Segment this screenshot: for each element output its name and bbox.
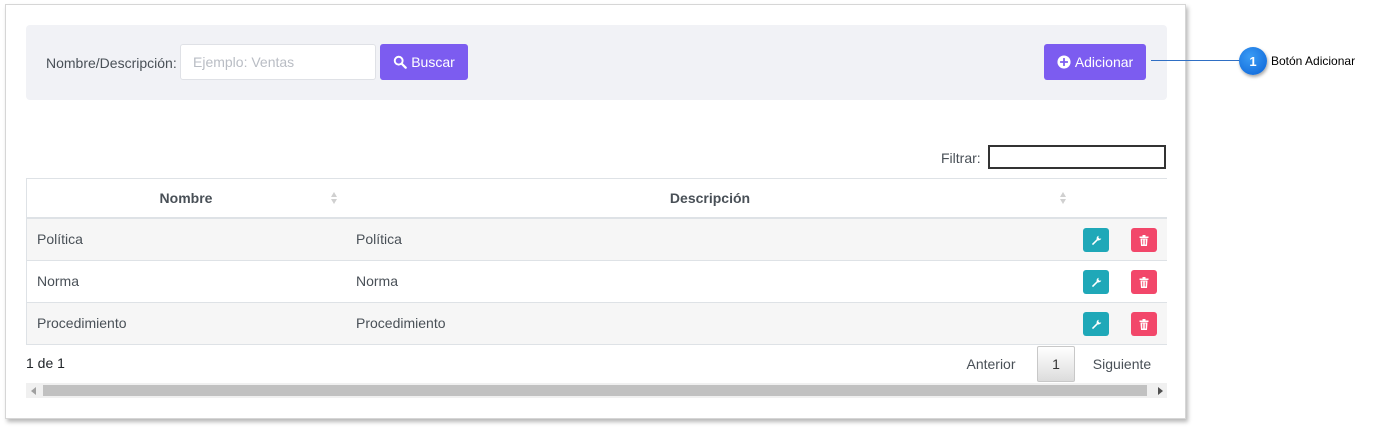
- horizontal-scrollbar[interactable]: [26, 383, 1167, 398]
- wrench-icon: [1091, 319, 1101, 329]
- trash-icon: [1139, 276, 1149, 288]
- search-label: Nombre/Descripción:: [46, 55, 177, 71]
- wrench-icon: [1091, 277, 1101, 287]
- callout-badge: 1: [1239, 47, 1267, 75]
- cell-description: Norma: [356, 273, 399, 289]
- edit-button[interactable]: [1083, 312, 1109, 336]
- scroll-right-arrow-icon[interactable]: [1152, 383, 1167, 398]
- search-button[interactable]: Buscar: [380, 44, 468, 80]
- edit-button[interactable]: [1083, 228, 1109, 252]
- column-header-description[interactable]: Descripción: [345, 179, 1075, 217]
- cell-name: Procedimiento: [37, 315, 127, 331]
- data-table: Nombre Descripción Política Política Nor…: [26, 178, 1167, 345]
- search-input[interactable]: [180, 44, 376, 80]
- cell-description: Procedimiento: [356, 315, 446, 331]
- main-card: Nombre/Descripción: Buscar Adicionar Fil…: [5, 4, 1186, 419]
- cell-name: Norma: [37, 273, 80, 289]
- filter-label: Filtrar:: [941, 150, 981, 166]
- search-button-label: Buscar: [411, 54, 455, 70]
- plus-circle-icon: [1057, 55, 1071, 69]
- add-button-label: Adicionar: [1074, 54, 1134, 70]
- add-button[interactable]: Adicionar: [1044, 44, 1146, 80]
- next-page-button[interactable]: Siguiente: [1087, 346, 1157, 382]
- search-panel: Nombre/Descripción: Buscar Adicionar: [26, 25, 1167, 100]
- table-row: Procedimiento Procedimiento: [26, 303, 1167, 345]
- scroll-left-arrow-icon[interactable]: [26, 383, 41, 398]
- cell-name: Política: [37, 231, 83, 247]
- edit-button[interactable]: [1083, 270, 1109, 294]
- table-row: Norma Norma: [26, 261, 1167, 303]
- previous-page-button[interactable]: Anterior: [961, 346, 1021, 382]
- table-row: Política Política: [26, 219, 1167, 261]
- delete-button[interactable]: [1131, 312, 1157, 336]
- page-info: 1 de 1: [26, 355, 65, 371]
- delete-button[interactable]: [1131, 270, 1157, 294]
- wrench-icon: [1091, 235, 1101, 245]
- sort-icon[interactable]: [330, 191, 338, 205]
- trash-icon: [1139, 234, 1149, 246]
- search-icon: [393, 55, 408, 69]
- delete-button[interactable]: [1131, 228, 1157, 252]
- callout-label: Botón Adicionar: [1271, 54, 1356, 68]
- scrollbar-thumb[interactable]: [43, 385, 1147, 396]
- page-1-button[interactable]: 1: [1037, 346, 1075, 382]
- cell-description: Política: [356, 231, 402, 247]
- sort-icon[interactable]: [1059, 191, 1067, 205]
- column-header-name[interactable]: Nombre: [27, 179, 345, 217]
- callout-connector: [1151, 60, 1241, 61]
- filter-input[interactable]: [988, 145, 1166, 169]
- trash-icon: [1139, 318, 1149, 330]
- table-header: Nombre Descripción: [26, 179, 1167, 219]
